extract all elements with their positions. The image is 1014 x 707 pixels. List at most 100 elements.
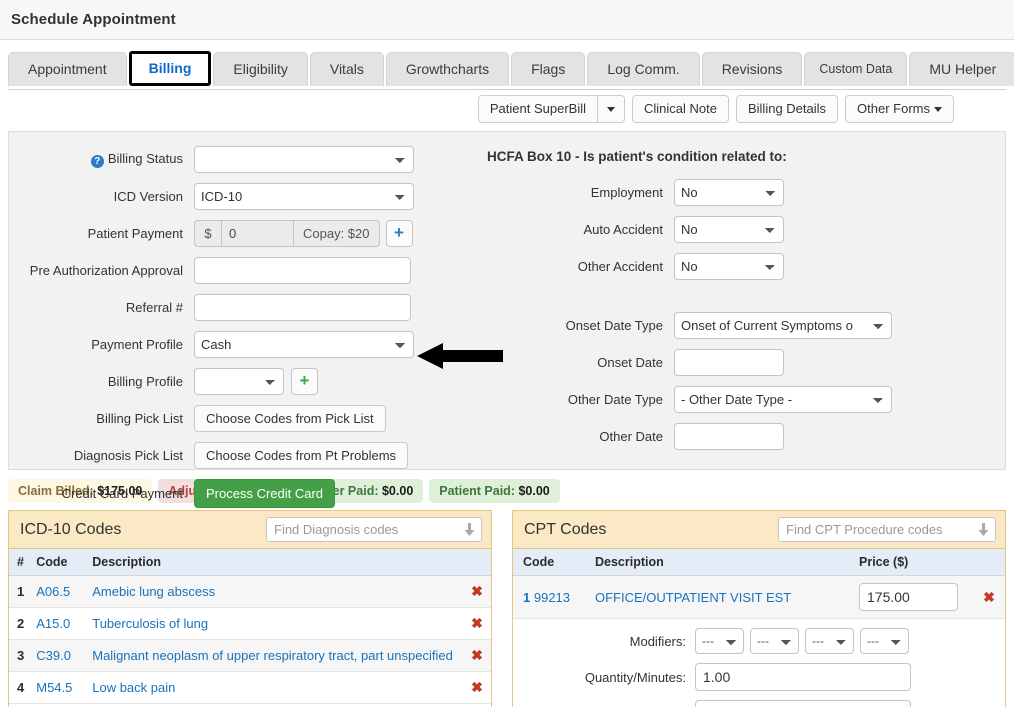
page-header: Schedule Appointment (0, 0, 1014, 40)
clinical-note-button[interactable]: Clinical Note (632, 95, 729, 124)
cpt-price-input[interactable] (859, 583, 958, 612)
hcfa-title: HCFA Box 10 - Is patient's condition rel… (487, 149, 787, 165)
onset-date-input[interactable] (674, 349, 784, 377)
tab-bar: Appointment Billing Eligibility Vitals G… (8, 51, 1014, 87)
icd-row-number: 2 (9, 607, 31, 641)
tab-custom-data[interactable]: Custom Data (804, 51, 908, 87)
field-row-onset-date: Onset Date (479, 349, 1005, 377)
diagnosis-pointers-input[interactable] (695, 700, 911, 707)
pre-authorization-label: Pre Authorization Approval (29, 263, 183, 279)
diagnosis-search-input[interactable] (266, 517, 482, 543)
tab-flags[interactable]: Flags (511, 52, 586, 87)
icd-version-select[interactable]: ICD-10 (194, 183, 414, 211)
cpt-row-description[interactable]: OFFICE/OUTPATIENT VISIT EST (589, 575, 853, 620)
icd-row-description[interactable]: Amebic lung abscess (86, 575, 463, 609)
billing-profile-label: Billing Profile (107, 374, 183, 390)
other-forms-button[interactable]: Other Forms (845, 95, 954, 124)
tab-appointment[interactable]: Appointment (8, 52, 127, 87)
modifiers-group: --- --- --- --- (695, 628, 909, 655)
cpt-row-code-cell: 1 99213 (513, 575, 589, 620)
cpt-header-row: Code Description Price ($) (513, 549, 1005, 577)
cpt-procedure-search-input[interactable] (778, 517, 996, 543)
billing-details-button[interactable]: Billing Details (735, 95, 839, 124)
modifier-4-select[interactable]: --- (860, 628, 909, 655)
other-date-type-select[interactable]: - Other Date Type - (674, 386, 892, 414)
cpt-detail-row: Modifiers: --- --- --- --- Quantity/Minu… (513, 618, 1005, 707)
question-mark-icon[interactable]: ? (90, 155, 104, 169)
icd-row-description[interactable]: Low back pain (86, 671, 463, 705)
onset-date-type-select[interactable]: Onset of Current Symptoms o (674, 312, 892, 340)
billing-profile-select[interactable] (194, 368, 284, 396)
cpt-panel-header: CPT Codes (513, 511, 1005, 550)
choose-codes-pick-list-button[interactable]: Choose Codes from Pick List (194, 405, 386, 433)
hcfa-box-10-section: HCFA Box 10 - Is patient's condition rel… (479, 132, 1005, 469)
cpt-row-code[interactable]: 99213 (534, 590, 570, 605)
choose-codes-pt-problems-button[interactable]: Choose Codes from Pt Problems (194, 442, 409, 470)
delete-icon[interactable]: ✖ (463, 671, 491, 705)
delete-icon[interactable]: ✖ (973, 575, 1005, 620)
quantity-minutes-input[interactable] (695, 663, 911, 692)
tab-revisions[interactable]: Revisions (701, 52, 803, 87)
credit-card-payment-label: Credit Card Payment (61, 486, 183, 502)
other-date-type-label: Other Date Type (567, 392, 663, 408)
employment-select[interactable]: No (674, 179, 784, 207)
tab-billing[interactable]: Billing (128, 51, 212, 87)
patient-payment-label: Patient Payment (87, 226, 183, 242)
icd-row-code[interactable]: A15.0 (30, 607, 87, 641)
field-row-credit-card: Credit Card Payment Process Credit Card (9, 479, 479, 509)
add-billing-profile-button[interactable]: + (291, 368, 318, 396)
detail-line-quantity: Quantity/Minutes: (519, 663, 999, 692)
icd-row-code[interactable]: M54.5 (30, 671, 87, 705)
superbill-dropdown-button[interactable] (598, 95, 625, 124)
tab-mu-helper[interactable]: MU Helper (909, 52, 1014, 87)
tab-eligibility[interactable]: Eligibility (213, 52, 308, 87)
process-credit-card-button[interactable]: Process Credit Card (194, 479, 336, 509)
patient-superbill-button[interactable]: Patient SuperBill (477, 95, 598, 124)
icd-header-row: # Code Description (9, 549, 491, 577)
referral-input[interactable] (194, 294, 411, 322)
tab-label: Billing (148, 60, 192, 76)
detail-line-modifiers: Modifiers: --- --- --- --- (519, 628, 999, 655)
field-row-payment-profile: Payment Profile Cash (9, 331, 479, 359)
modifier-3-select[interactable]: --- (805, 628, 854, 655)
patient-payment-input[interactable]: 0 (222, 220, 294, 248)
field-row-pre-auth: Pre Authorization Approval (9, 257, 479, 285)
delete-icon[interactable]: ✖ (463, 575, 491, 609)
icd-codes-table: # Code Description 1 A06.5 Amebic lung a… (9, 549, 491, 705)
delete-icon[interactable]: ✖ (463, 607, 491, 641)
modifier-1-select[interactable]: --- (695, 628, 744, 655)
table-row: 1 A06.5 Amebic lung abscess ✖ (9, 575, 491, 609)
modifiers-label: Modifiers: (629, 633, 686, 649)
tab-vitals[interactable]: Vitals (309, 52, 384, 87)
payment-profile-select[interactable]: Cash (194, 331, 414, 359)
icd-panel-title: ICD-10 Codes (20, 520, 122, 538)
patient-paid-value: $0.00 (518, 484, 550, 499)
icd-row-code[interactable]: C39.0 (30, 639, 87, 673)
icd-panel-header: ICD-10 Codes (9, 511, 491, 550)
billing-status-select[interactable] (194, 146, 414, 174)
icd-row-description[interactable]: Tuberculosis of lung (86, 607, 463, 641)
icd-row-number: 4 (9, 671, 31, 705)
delete-icon[interactable]: ✖ (463, 639, 491, 673)
other-accident-select[interactable]: No (674, 253, 784, 281)
table-row: 1 99213 OFFICE/OUTPATIENT VISIT EST ✖ (513, 575, 1005, 620)
field-row-other-accident: Other Accident No (479, 253, 1005, 281)
modifier-2-select[interactable]: --- (750, 628, 799, 655)
tab-log-comm[interactable]: Log Comm. (587, 52, 700, 87)
tab-growthcharts[interactable]: Growthcharts (385, 52, 510, 87)
add-payment-button[interactable]: + (385, 220, 413, 248)
tab-label: MU Helper (929, 61, 997, 77)
other-date-input[interactable] (674, 423, 784, 451)
icd-row-code[interactable]: A06.5 (30, 575, 87, 609)
cpt-col-code: Code (513, 549, 589, 577)
icd-row-description[interactable]: Malignant neoplasm of upper respiratory … (86, 639, 463, 673)
icd-col-actions (463, 549, 491, 577)
field-row-patient-payment: Patient Payment $ 0 Copay: $20 + (9, 220, 479, 248)
auto-accident-select[interactable]: No (674, 216, 784, 244)
pre-authorization-input[interactable] (194, 257, 411, 285)
referral-label: Referral # (125, 300, 183, 316)
billing-form-panel: ? Billing Status ICD Version ICD-10 Patie… (8, 131, 1006, 509)
icd-codes-panel: ICD-10 Codes # Code Description 1 (8, 510, 492, 707)
cpt-detail-grid: Modifiers: --- --- --- --- Quantity/Minu… (519, 626, 999, 707)
table-row: 4 M54.5 Low back pain ✖ (9, 671, 491, 705)
